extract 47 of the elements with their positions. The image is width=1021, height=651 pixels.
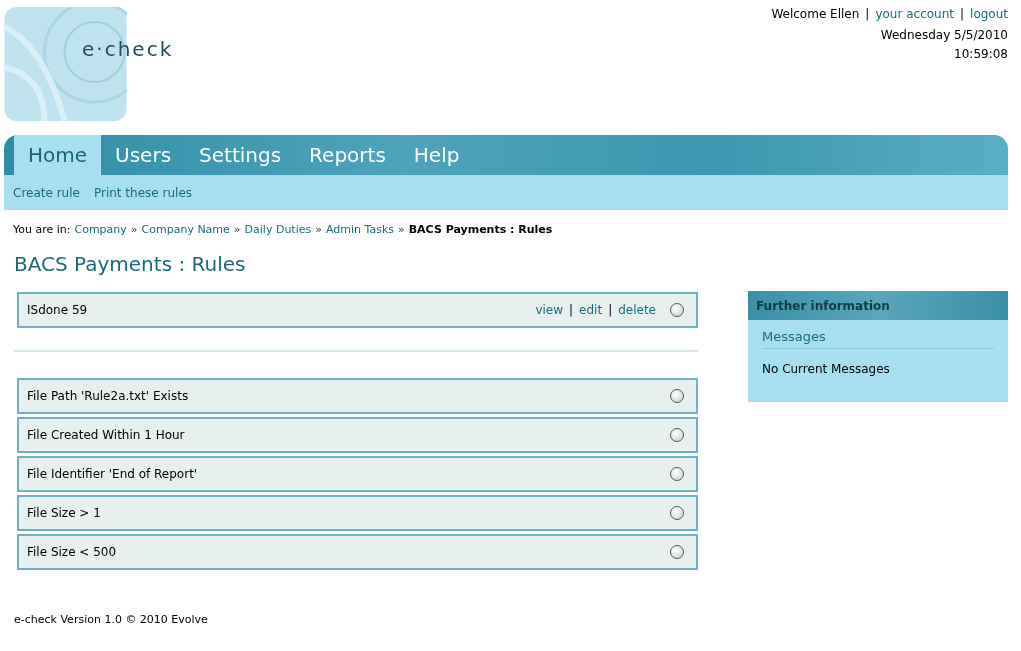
nav-tab[interactable]: Help <box>399 135 474 175</box>
rule-name: File Path 'Rule2a.txt' Exists <box>27 389 189 403</box>
rule-name: File Identifier 'End of Report' <box>27 467 198 481</box>
rule-action-link[interactable]: delete <box>618 303 656 317</box>
date-text: Wednesday 5/5/2010 <box>879 28 1008 42</box>
breadcrumb-separator: » <box>315 223 322 236</box>
rule-name: File Size < 500 <box>27 545 117 559</box>
rule-name: File Created Within 1 Hour <box>27 428 185 442</box>
rule-action-link[interactable]: view <box>535 303 564 317</box>
breadcrumb-separator: » <box>130 223 138 236</box>
rule-name: File Size > 1 <box>27 506 101 520</box>
radio-button[interactable] <box>670 467 684 481</box>
breadcrumb-label: You are in: <box>13 223 71 236</box>
radio-button[interactable] <box>670 506 684 520</box>
nav-tab[interactable]: Home <box>14 135 102 175</box>
separator: | <box>569 303 574 317</box>
breadcrumb-separator: » <box>398 223 405 236</box>
radio-button[interactable] <box>670 545 684 559</box>
panel-header: Further information <box>748 291 1008 320</box>
radio-button[interactable] <box>670 389 684 403</box>
welcome-text: Welcome Ellen <box>771 7 860 21</box>
sub-nav-link[interactable]: Print these rules <box>93 185 193 200</box>
rule-action-link[interactable]: edit <box>579 303 603 317</box>
rule-name: ISdone 59 <box>27 303 88 317</box>
message-text: No Current Messages <box>762 362 891 376</box>
radio-button[interactable] <box>670 303 684 317</box>
separator: | <box>608 303 613 317</box>
sub-nav-link[interactable]: Create rule <box>13 185 80 200</box>
radio-button[interactable] <box>670 428 684 442</box>
breadcrumb-link[interactable]: Daily Duties <box>244 223 312 236</box>
breadcrumb-separator: » <box>233 223 241 236</box>
nav-tab[interactable]: Settings <box>185 135 296 175</box>
breadcrumb-link[interactable]: Company Name <box>141 223 230 236</box>
section-heading: Messages <box>762 329 994 349</box>
nav-tab[interactable]: Users <box>101 135 186 175</box>
time-text: 10:59:08 <box>953 47 1008 61</box>
separator: | <box>865 7 870 21</box>
footer-text: e-check Version 1.0 © 2010 Evolve <box>14 613 209 626</box>
header-link[interactable]: your account <box>875 7 954 21</box>
separator: | <box>960 7 965 21</box>
logo: e·check <box>4 7 174 121</box>
breadcrumb-link[interactable]: Company <box>74 223 127 236</box>
breadcrumb-link[interactable]: Admin Tasks <box>325 223 394 236</box>
nav-tab[interactable]: Reports <box>295 135 400 175</box>
page-title: BACS Payments : Rules <box>14 252 247 276</box>
header-link[interactable]: logout <box>970 7 1008 21</box>
breadcrumb-current: BACS Payments : Rules <box>408 223 553 236</box>
